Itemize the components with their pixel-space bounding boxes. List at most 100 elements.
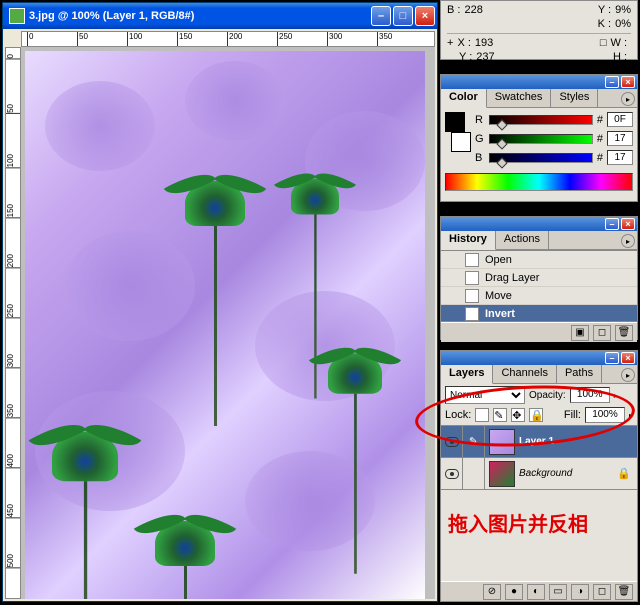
- history-step-icon: [465, 289, 479, 303]
- ruler-vertical[interactable]: 0 50 100 150 200 250 300 350 400 450 500: [5, 47, 21, 599]
- color-tabs: Color Swatches Styles: [441, 89, 637, 108]
- ruler-tick: 350: [6, 403, 20, 418]
- tab-layers[interactable]: Layers: [441, 365, 493, 384]
- info-label: X :: [457, 36, 470, 50]
- slider-r[interactable]: [489, 115, 593, 125]
- layer-thumbnail[interactable]: [489, 461, 515, 487]
- adjustment-layer-button[interactable]: ◑: [571, 584, 589, 600]
- delete-layer-button[interactable]: 🗑: [615, 584, 633, 600]
- fill-value[interactable]: 100%: [585, 407, 625, 423]
- panel-minimize-button[interactable]: –: [605, 76, 619, 88]
- new-group-button[interactable]: ▭: [549, 584, 567, 600]
- tab-color[interactable]: Color: [441, 89, 487, 108]
- slider-g[interactable]: [489, 134, 593, 144]
- history-item[interactable]: Move: [441, 287, 637, 305]
- info-label: B :: [447, 3, 460, 17]
- slider-label-b: B: [475, 152, 485, 164]
- ruler-tick: 400: [6, 453, 20, 468]
- close-button[interactable]: ×: [415, 6, 435, 26]
- layer-link-toggle[interactable]: [463, 458, 485, 489]
- ruler-tick: 300: [6, 353, 20, 368]
- canvas-area[interactable]: [21, 47, 435, 599]
- panel-close-button[interactable]: ×: [621, 218, 635, 230]
- history-item[interactable]: Open: [441, 251, 637, 269]
- image-canvas[interactable]: [25, 51, 425, 599]
- history-item-current[interactable]: Invert: [441, 305, 637, 322]
- maximize-button[interactable]: □: [393, 6, 413, 26]
- crosshair-icon: +: [447, 36, 453, 50]
- lock-transparency-button[interactable]: [475, 408, 489, 422]
- eye-icon: [445, 469, 459, 479]
- panel-close-button[interactable]: ×: [621, 352, 635, 364]
- chevron-down-icon[interactable]: ▸: [614, 391, 618, 400]
- delete-state-button[interactable]: 🗑: [615, 325, 633, 341]
- layers-footer: ⊘ ● ◐ ▭ ◑ ◻ 🗑: [441, 581, 637, 601]
- value-r[interactable]: [607, 112, 633, 127]
- layer-visibility-toggle[interactable]: [441, 426, 463, 457]
- panel-close-button[interactable]: ×: [621, 76, 635, 88]
- history-step-icon: [465, 271, 479, 285]
- tab-history[interactable]: History: [441, 231, 496, 250]
- panel-menu-button[interactable]: [621, 368, 635, 382]
- history-tabs: History Actions: [441, 231, 637, 250]
- panel-titlebar[interactable]: – ×: [441, 351, 637, 365]
- document-window: 3.jpg @ 100% (Layer 1, RGB/8#) – □ × 0 5…: [2, 2, 438, 602]
- lock-position-button[interactable]: ✥: [511, 408, 525, 422]
- layer-list: ✎ Layer 1 Background 🔒: [441, 426, 637, 490]
- opacity-value[interactable]: 100%: [570, 387, 610, 403]
- panel-menu-button[interactable]: [621, 92, 635, 106]
- layer-row[interactable]: ✎ Layer 1: [441, 426, 637, 458]
- layer-link-toggle[interactable]: ✎: [463, 426, 485, 457]
- ruler-tick: 0: [6, 53, 20, 59]
- new-doc-from-state-button[interactable]: ▣: [571, 325, 589, 341]
- slider-b[interactable]: [489, 153, 593, 163]
- info-value: 228: [464, 3, 482, 17]
- tab-paths[interactable]: Paths: [557, 365, 602, 383]
- layer-style-button[interactable]: ●: [505, 584, 523, 600]
- panel-menu-button[interactable]: [621, 234, 635, 248]
- tab-channels[interactable]: Channels: [493, 365, 556, 383]
- document-titlebar[interactable]: 3.jpg @ 100% (Layer 1, RGB/8#) – □ ×: [3, 3, 437, 29]
- panel-minimize-button[interactable]: –: [605, 218, 619, 230]
- history-item[interactable]: Drag Layer: [441, 269, 637, 287]
- layer-name[interactable]: Background: [519, 468, 617, 479]
- annotation-text: 拖入图片并反相: [448, 508, 588, 537]
- info-value: 0%: [615, 17, 631, 31]
- new-snapshot-button[interactable]: ◻: [593, 325, 611, 341]
- history-item-label: Drag Layer: [485, 272, 539, 284]
- foreground-color-swatch[interactable]: [445, 112, 465, 132]
- layer-mask-button[interactable]: ◐: [527, 584, 545, 600]
- info-value: 193: [475, 36, 493, 50]
- layer-row[interactable]: Background 🔒: [441, 458, 637, 490]
- info-label: K :: [598, 17, 611, 31]
- link-layers-button[interactable]: ⊘: [483, 584, 501, 600]
- ruler-horizontal[interactable]: 0 50 100 150 200 250 300 350: [21, 31, 435, 47]
- new-layer-button[interactable]: ◻: [593, 584, 611, 600]
- panel-titlebar[interactable]: – ×: [441, 75, 637, 89]
- chevron-down-icon[interactable]: ▸: [629, 411, 633, 420]
- layer-thumbnail[interactable]: [489, 429, 515, 455]
- lock-image-button[interactable]: ✎: [493, 408, 507, 422]
- blend-mode-select[interactable]: Normal: [445, 386, 525, 404]
- background-color-swatch[interactable]: [451, 132, 471, 152]
- value-b[interactable]: [607, 150, 633, 165]
- color-spectrum[interactable]: [445, 173, 633, 191]
- panel-minimize-button[interactable]: –: [605, 352, 619, 364]
- minimize-button[interactable]: –: [371, 6, 391, 26]
- ruler-tick: 50: [77, 32, 88, 46]
- info-value: 237: [476, 50, 494, 64]
- value-g[interactable]: [607, 131, 633, 146]
- panel-titlebar[interactable]: – ×: [441, 217, 637, 231]
- color-swatch[interactable]: [445, 112, 471, 152]
- lock-icon: 🔒: [617, 467, 631, 480]
- layer-name[interactable]: Layer 1: [519, 436, 637, 447]
- tab-styles[interactable]: Styles: [551, 89, 598, 107]
- ruler-tick: 250: [277, 32, 292, 46]
- tab-actions[interactable]: Actions: [496, 231, 549, 249]
- slider-label-r: R: [475, 114, 485, 126]
- tab-swatches[interactable]: Swatches: [487, 89, 552, 107]
- ruler-tick: 200: [227, 32, 242, 46]
- layer-visibility-toggle[interactable]: [441, 458, 463, 489]
- hex-icon: #: [597, 133, 603, 145]
- lock-all-button[interactable]: 🔒: [529, 408, 543, 422]
